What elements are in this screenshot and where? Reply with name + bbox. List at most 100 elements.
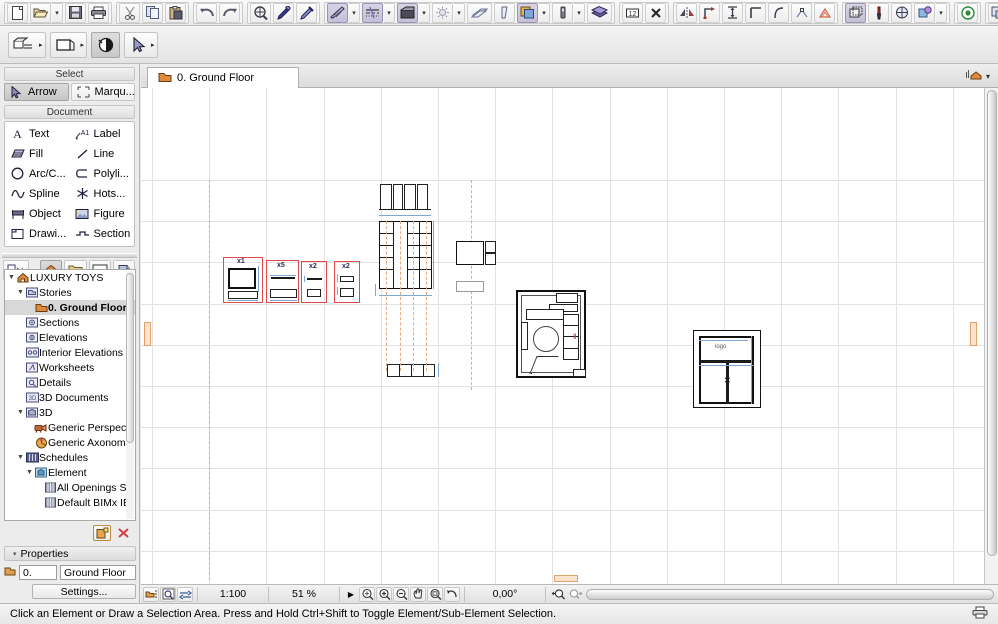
orientation-value[interactable]: 0,00° xyxy=(469,588,541,600)
project-tree[interactable]: ▼LUXURY TOYS▼Stories▼0. Ground Floor▼Sec… xyxy=(4,269,136,521)
profile-icon[interactable] xyxy=(494,2,515,23)
tree-item-luxury-toys[interactable]: ▼ LUXURY TOYS xyxy=(5,270,135,285)
tool-object[interactable]: Object xyxy=(6,204,69,223)
tree-item-interior-elevations[interactable]: ▼Interior Elevations xyxy=(5,345,135,360)
zoom-detail-icon[interactable] xyxy=(160,586,176,602)
pen-attributes-icon[interactable] xyxy=(327,2,348,23)
pen-attributes-caret-icon[interactable]: ▾ xyxy=(349,2,360,23)
tree-item-3d[interactable]: ▼ 3D xyxy=(5,405,135,420)
triangle-down-icon[interactable]: ▼ xyxy=(7,274,16,281)
new-view-icon[interactable] xyxy=(93,525,111,541)
drawing-canvas[interactable]: x1 x5 x2 x2 ‖ logo ✕ xyxy=(141,88,998,584)
building-material-icon[interactable] xyxy=(432,2,453,23)
delete-dimension-icon[interactable] xyxy=(645,2,666,23)
zone-category-caret-icon[interactable]: ▾ xyxy=(574,2,585,23)
curve-icon[interactable] xyxy=(768,2,789,23)
printer-icon[interactable] xyxy=(972,606,988,622)
building-material-caret-icon[interactable]: ▾ xyxy=(454,2,465,23)
paint-icon[interactable] xyxy=(868,2,889,23)
rotate-icon[interactable] xyxy=(699,2,720,23)
tree-scrollbar[interactable] xyxy=(126,271,134,519)
triangle-down-icon[interactable]: ▼ xyxy=(16,409,25,416)
surface-caret-icon[interactable]: ▾ xyxy=(539,2,550,23)
story-name-field[interactable]: Ground Floor xyxy=(60,564,136,580)
zoom-out-icon[interactable] xyxy=(393,586,409,602)
tool-spline[interactable]: Spline xyxy=(6,184,69,203)
tool-text[interactable]: A Text xyxy=(6,124,69,143)
tree-scrollbar-thumb[interactable] xyxy=(126,273,134,443)
tree-item-0-ground-floor[interactable]: ▼0. Ground Floor xyxy=(5,300,135,315)
open-document-caret-icon[interactable]: ▾ xyxy=(52,2,63,23)
story-settings-button[interactable]: Settings... xyxy=(32,584,136,599)
line-type-caret-icon[interactable]: ▾ xyxy=(384,2,395,23)
pan-icon[interactable] xyxy=(410,586,426,602)
tool-fill[interactable]: Fill xyxy=(6,144,69,163)
paste-icon[interactable] xyxy=(165,2,186,23)
tool-section[interactable]: Section xyxy=(71,224,134,243)
tree-item-generic-perspectiv[interactable]: ▼Generic Perspectiv xyxy=(5,420,135,435)
tree-item-all-openings-sc[interactable]: ▼All Openings Sc xyxy=(5,480,135,495)
intersect-icon[interactable] xyxy=(791,2,812,23)
chevron-down-icon[interactable]: ▾ xyxy=(986,72,990,81)
tree-item-generic-axonomet[interactable]: ▼Generic Axonomet xyxy=(5,435,135,450)
play-arrow-icon[interactable]: ▶ xyxy=(344,590,358,599)
panel-splitter[interactable] xyxy=(2,253,137,258)
tool-polyline[interactable]: Polyli... xyxy=(71,164,134,183)
tree-item-elevations[interactable]: ▼Elevations xyxy=(5,330,135,345)
zoom-in-icon[interactable] xyxy=(376,586,392,602)
trace-reference-icon[interactable] xyxy=(143,586,159,602)
magic-wand-caret-icon[interactable]: ▾ xyxy=(936,2,947,23)
tree-item-3d-documents[interactable]: ▼3D3D Documents xyxy=(5,390,135,405)
copy-icon[interactable] xyxy=(142,2,163,23)
triangle-down-icon[interactable]: ▼ xyxy=(16,289,25,296)
scale-value[interactable]: 1:100 xyxy=(202,588,264,600)
solid-operations-icon[interactable] xyxy=(845,2,866,23)
fill-type-icon[interactable] xyxy=(397,2,418,23)
tool-label[interactable]: A1 Label xyxy=(71,124,134,143)
redo-icon[interactable] xyxy=(219,2,240,23)
canvas-horizontal-scrollbar-thumb[interactable] xyxy=(586,588,994,600)
tree-item-details[interactable]: ▼Details xyxy=(5,375,135,390)
trim-icon[interactable] xyxy=(891,2,912,23)
elevation-marker-left[interactable] xyxy=(144,322,151,346)
canvas-vertical-scrollbar-thumb[interactable] xyxy=(987,90,997,556)
green-target-icon[interactable] xyxy=(957,2,978,23)
interactive-legend-icon[interactable]: ▸ xyxy=(8,31,46,58)
adjust-icon[interactable] xyxy=(745,2,766,23)
tool-arc-circle[interactable]: Arc/C... xyxy=(6,164,69,183)
tool-figure[interactable]: Figure xyxy=(71,204,134,223)
offset-icon[interactable] xyxy=(814,2,835,23)
mirror-icon[interactable] xyxy=(676,2,697,23)
layer-icon[interactable] xyxy=(587,2,612,23)
zoom-fit-icon[interactable] xyxy=(359,586,375,602)
tool-marquee[interactable]: Marqu... xyxy=(70,83,135,101)
new-document-icon[interactable] xyxy=(7,2,28,23)
story-number-field[interactable]: 0. xyxy=(19,564,57,580)
zoom-forward-icon[interactable] xyxy=(567,587,583,602)
triangle-down-icon[interactable]: ▼ xyxy=(25,469,34,476)
composite-icon[interactable] xyxy=(467,2,492,23)
tree-item-element[interactable]: ▼ Element xyxy=(5,465,135,480)
line-type-icon[interactable] xyxy=(362,2,383,23)
eyedropper-icon[interactable] xyxy=(273,2,294,23)
tree-item-stories[interactable]: ▼ Stories xyxy=(5,285,135,300)
tree-item-sections[interactable]: ▼Sections xyxy=(5,315,135,330)
cut-icon[interactable] xyxy=(119,2,140,23)
red-x-icon[interactable] xyxy=(114,525,132,541)
fit-in-window-icon[interactable] xyxy=(427,586,443,602)
window-tool-icon[interactable]: ▸ xyxy=(49,31,88,58)
open-document-icon[interactable] xyxy=(30,2,51,23)
save-document-icon[interactable] xyxy=(65,2,86,23)
elevation-marker-right[interactable] xyxy=(970,322,977,346)
previous-zoom-icon[interactable] xyxy=(444,586,460,602)
dimension-icon[interactable]: 12 xyxy=(622,2,643,23)
find-select-icon[interactable] xyxy=(250,2,271,23)
undo-icon[interactable] xyxy=(196,2,217,23)
tree-item-default-bimx-ie[interactable]: ▼Default BIMx IE: xyxy=(5,495,135,510)
triangle-down-icon[interactable]: ▼ xyxy=(16,454,25,461)
canvas-vertical-scrollbar[interactable] xyxy=(984,88,998,584)
zoom-value[interactable]: 51 % xyxy=(273,588,335,600)
tool-hotspot[interactable]: Hots... xyxy=(71,184,134,203)
tool-arrow[interactable]: Arrow xyxy=(4,83,69,101)
magic-wand-fill-icon[interactable] xyxy=(91,31,121,58)
